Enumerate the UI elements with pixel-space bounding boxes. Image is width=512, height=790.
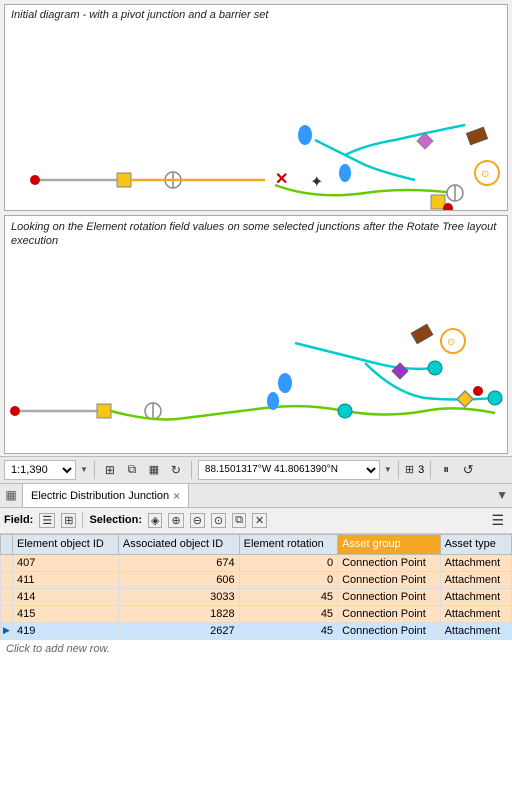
cell-element-object-id: 411 xyxy=(13,571,119,588)
table-row[interactable]: 407 674 0 Connection Point Attachment xyxy=(1,554,512,571)
cell-associated-object-id: 1828 xyxy=(118,605,239,622)
tab-overflow-icon[interactable]: ▼ xyxy=(496,488,512,502)
tab-grid-icon: ▦ xyxy=(0,483,22,507)
copy-icon[interactable]: ⧉ xyxy=(232,513,246,528)
rotate-icon[interactable]: ↻ xyxy=(167,461,185,479)
col-indicator xyxy=(1,534,13,554)
selection-label: Selection: xyxy=(89,514,142,526)
diagram-title-2: Looking on the Element rotation field va… xyxy=(5,216,507,253)
coord-select[interactable]: 88.1501317°W 41.8061390°N xyxy=(198,460,380,480)
diagram-canvas-2[interactable]: ⊙ xyxy=(5,253,507,453)
cell-asset-group: Connection Point xyxy=(338,554,441,571)
row-indicator xyxy=(1,571,13,588)
cell-element-object-id: 414 xyxy=(13,588,119,605)
cell-associated-object-id: 3033 xyxy=(118,588,239,605)
cell-asset-group: Connection Point xyxy=(338,605,441,622)
toolbar-separator-1 xyxy=(82,512,83,528)
cell-asset-type: Attachment xyxy=(440,571,511,588)
attr-table: Element object ID Associated object ID E… xyxy=(0,534,512,640)
cell-asset-group: Connection Point xyxy=(338,622,441,639)
select-icon1[interactable]: ◈ xyxy=(148,513,162,528)
status-bar-separator-4 xyxy=(430,461,431,479)
cell-element-object-id: 407 xyxy=(13,554,119,571)
attr-toolbar: Field: ☰ ⊞ Selection: ◈ ⊕ ⊖ ⊙ ⧉ ✕ ☰ xyxy=(0,508,512,534)
table-row[interactable]: 411 606 0 Connection Point Attachment xyxy=(1,571,512,588)
field-icon1[interactable]: ☰ xyxy=(39,513,55,528)
table-icon-status[interactable]: ▦ xyxy=(145,461,163,479)
table-row[interactable]: 414 3033 45 Connection Point Attachment xyxy=(1,588,512,605)
row-indicator xyxy=(1,554,13,571)
cell-asset-type: Attachment xyxy=(440,622,511,639)
row-indicator xyxy=(1,605,13,622)
cell-element-object-id: 415 xyxy=(13,605,119,622)
feature-count: 3 xyxy=(418,464,424,476)
status-bar-separator-2 xyxy=(191,461,192,479)
new-row-hint[interactable]: Click to add new row. xyxy=(0,640,512,658)
tab-close-button[interactable]: × xyxy=(173,489,180,503)
row-indicator xyxy=(1,588,13,605)
col-associated-object-id[interactable]: Associated object ID xyxy=(118,534,239,554)
cell-associated-object-id: 2627 xyxy=(118,622,239,639)
row-indicator: ▶ xyxy=(1,622,13,639)
layer-icon[interactable]: ⧉ xyxy=(123,461,141,479)
diagram-svg-1: ✕ ✦ ⊙ xyxy=(5,25,507,210)
field-icon2[interactable]: ⊞ xyxy=(61,513,76,528)
cell-element-rotation: 45 xyxy=(239,605,337,622)
table-row[interactable]: 415 1828 45 Connection Point Attachment xyxy=(1,605,512,622)
pause-icon[interactable]: ⏸ xyxy=(437,461,455,479)
scale-select[interactable]: 1:1,390 xyxy=(4,460,76,480)
tab-label: Electric Distribution Junction xyxy=(31,490,169,502)
cell-asset-group: Connection Point xyxy=(338,588,441,605)
cell-asset-type: Attachment xyxy=(440,554,511,571)
diagram-title-1: Initial diagram - with a pivot junction … xyxy=(5,5,507,25)
refresh-icon[interactable]: ↺ xyxy=(459,461,477,479)
more-icon[interactable]: ☰ xyxy=(487,512,508,529)
cell-associated-object-id: 674 xyxy=(118,554,239,571)
cell-asset-type: Attachment xyxy=(440,588,511,605)
diagram-panel-2: Looking on the Element rotation field va… xyxy=(4,215,508,454)
select-icon3[interactable]: ⊖ xyxy=(190,513,205,528)
cell-element-rotation: 0 xyxy=(239,554,337,571)
tab-item[interactable]: Electric Distribution Junction × xyxy=(22,483,189,507)
status-bar: 1:1,390 ▼ ⊞ ⧉ ▦ ↻ 88.1501317°W 41.806139… xyxy=(0,456,512,484)
cell-element-rotation: 45 xyxy=(239,588,337,605)
svg-text:⊙: ⊙ xyxy=(447,337,455,348)
svg-text:⊙: ⊙ xyxy=(481,169,489,180)
status-bar-separator-3 xyxy=(398,461,399,479)
col-asset-type[interactable]: Asset type xyxy=(440,534,511,554)
diagram-canvas-1[interactable]: ✕ ✦ ⊙ xyxy=(5,25,507,210)
app-container: Initial diagram - with a pivot junction … xyxy=(0,0,512,790)
cell-element-rotation: 45 xyxy=(239,622,337,639)
cell-element-object-id: 419 xyxy=(13,622,119,639)
tab-bar: ▦ Electric Distribution Junction × ▼ xyxy=(0,484,512,508)
feature-icon: ⊞ xyxy=(405,463,414,476)
diagram-panel-1: Initial diagram - with a pivot junction … xyxy=(4,4,508,211)
cell-asset-type: Attachment xyxy=(440,605,511,622)
coord-dropdown-icon: ▼ xyxy=(384,465,392,474)
col-asset-group[interactable]: Asset group xyxy=(338,534,441,554)
field-label: Field: xyxy=(4,514,33,526)
cell-associated-object-id: 606 xyxy=(118,571,239,588)
col-element-rotation[interactable]: Element rotation xyxy=(239,534,337,554)
status-bar-separator-1 xyxy=(94,461,95,479)
svg-text:✦: ✦ xyxy=(310,174,323,191)
dropdown-icon: ▼ xyxy=(80,465,88,474)
nav-grid-icon[interactable]: ⊞ xyxy=(101,461,119,479)
select-icon2[interactable]: ⊕ xyxy=(168,513,183,528)
cell-asset-group: Connection Point xyxy=(338,571,441,588)
zoom-icon[interactable]: ⊙ xyxy=(211,513,226,528)
cell-element-rotation: 0 xyxy=(239,571,337,588)
table-row[interactable]: ▶ 419 2627 45 Connection Point Attachmen… xyxy=(1,622,512,639)
attr-table-container: Element object ID Associated object ID E… xyxy=(0,534,512,790)
delete-icon[interactable]: ✕ xyxy=(252,513,267,528)
diagram-svg-2: ⊙ xyxy=(5,253,507,453)
col-element-object-id[interactable]: Element object ID xyxy=(13,534,119,554)
